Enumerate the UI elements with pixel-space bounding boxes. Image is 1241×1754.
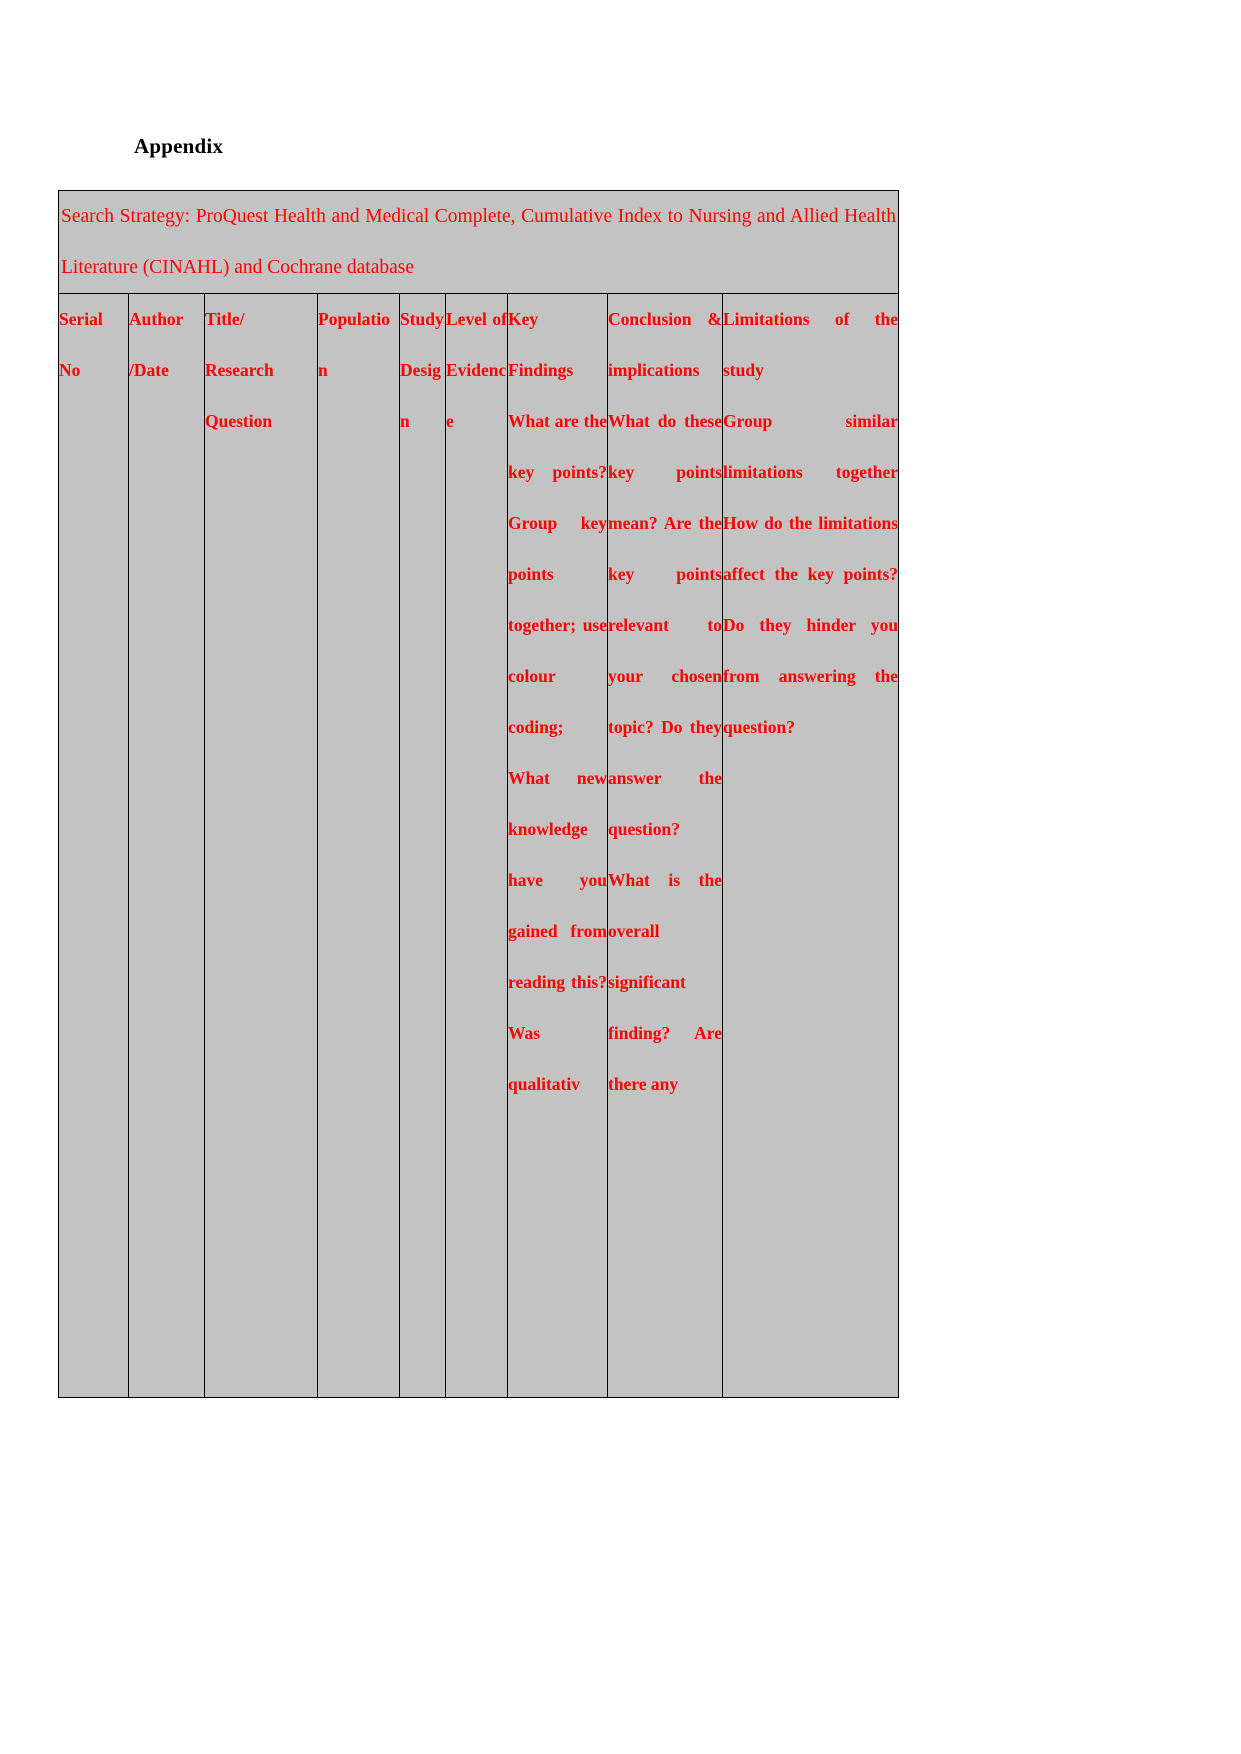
cell-body-key-findings: What are the key points? Group key point… bbox=[508, 411, 607, 1094]
table-row: Serial No Author /Date Title/ Research Q… bbox=[58, 293, 900, 1398]
column-header-author-date: Author /Date bbox=[129, 309, 184, 380]
page-title: Appendix bbox=[134, 134, 224, 158]
cell-study-design: Study Design bbox=[399, 293, 446, 1398]
document-page: Appendix Search Strategy: ProQuest Healt… bbox=[0, 0, 1241, 1754]
column-header-serial-no: Serial No bbox=[59, 309, 103, 380]
appendix-table: Search Strategy: ProQuest Health and Med… bbox=[57, 190, 900, 1398]
search-strategy-row: Search Strategy: ProQuest Health and Med… bbox=[57, 190, 900, 294]
column-header-study-design: Study Design bbox=[400, 309, 444, 431]
cell-body-limitations: Group similar limitations together How d… bbox=[723, 411, 899, 737]
cell-conclusion-implications: Conclusion & implications What do these … bbox=[607, 293, 723, 1398]
cell-population: Population bbox=[317, 293, 400, 1398]
cell-body-conclusion-implications: What do these key points mean? Are the k… bbox=[608, 411, 722, 1094]
search-strategy-cell: Search Strategy: ProQuest Health and Med… bbox=[57, 190, 900, 294]
search-strategy-text: Search Strategy: ProQuest Health and Med… bbox=[61, 206, 897, 278]
column-header-key-findings: Key Findings bbox=[508, 309, 574, 380]
cell-serial-no: Serial No bbox=[58, 293, 129, 1398]
column-header-level-of-evidence: Level of Evidence bbox=[446, 309, 507, 431]
column-header-title-research-question: Title/ Research Question bbox=[205, 309, 274, 431]
cell-title-research-question: Title/ Research Question bbox=[204, 293, 318, 1398]
column-header-limitations: Limitations of the study bbox=[723, 309, 899, 380]
cell-author-date: Author /Date bbox=[128, 293, 205, 1398]
column-header-conclusion-implications: Conclusion & implications bbox=[608, 309, 722, 380]
column-header-population: Population bbox=[318, 309, 390, 380]
cell-limitations: Limitations of the study Group similar l… bbox=[721, 293, 900, 1398]
cell-key-findings: Key Findings What are the key points? Gr… bbox=[507, 293, 608, 1398]
cell-level-of-evidence: Level of Evidence bbox=[445, 293, 508, 1398]
